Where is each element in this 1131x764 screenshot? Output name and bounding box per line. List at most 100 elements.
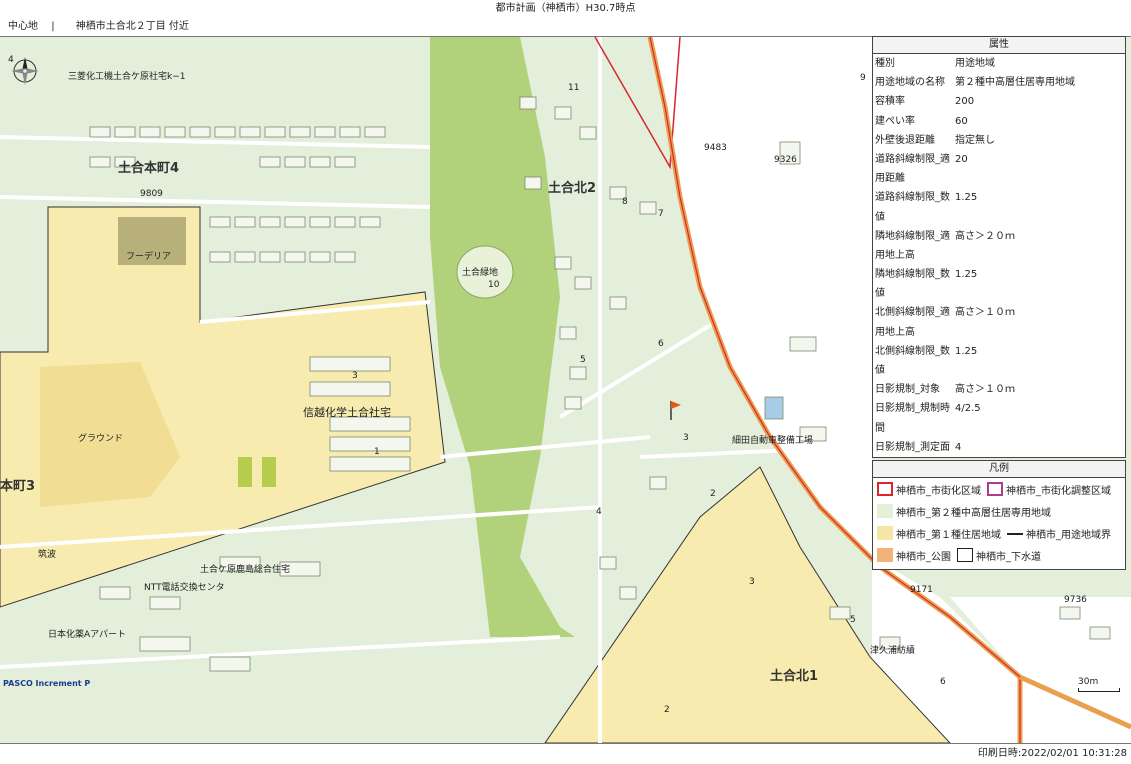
attribute-key: 隣地斜線制限_数 bbox=[875, 269, 950, 281]
legend-item: 神栖市_市街化区域 bbox=[877, 482, 981, 497]
lot-number: 9326 bbox=[774, 155, 797, 165]
block-number: 3 bbox=[683, 433, 689, 443]
block-number: 3 bbox=[749, 577, 755, 587]
attribute-row: 値 bbox=[873, 361, 1125, 380]
legend-label: 神栖市_第１種住居地域 bbox=[896, 529, 1001, 541]
legend-label: 神栖市_用途地域界 bbox=[1026, 529, 1111, 541]
attribute-value: 20 bbox=[955, 153, 968, 165]
block-number: 5 bbox=[580, 355, 586, 365]
attribute-value: 用途地域 bbox=[955, 58, 995, 69]
attribute-key: 道路斜線制限_適 bbox=[875, 153, 950, 165]
legend-item: 神栖市_第２種中高層住居専用地域 bbox=[877, 504, 1051, 519]
place-label: 津久浦紡績 bbox=[870, 646, 916, 656]
attribute-row: 道路斜線制限_数 1.25 bbox=[873, 188, 1125, 207]
legend-swatch bbox=[877, 482, 893, 496]
block-number: 7 bbox=[658, 209, 664, 219]
attribute-key: 値 bbox=[875, 211, 885, 223]
attribute-key: 種別 bbox=[875, 58, 895, 69]
lot-number: 9483 bbox=[704, 143, 727, 153]
block-number: 1 bbox=[374, 447, 380, 457]
legend-heading: 凡例 bbox=[873, 461, 1125, 478]
attribute-key: 道路斜線制限_数 bbox=[875, 192, 950, 204]
attribute-row: 外壁後退距離 指定無し bbox=[873, 131, 1125, 150]
attribute-row: 種別 用途地域 bbox=[873, 54, 1125, 73]
attribute-value: 指定無し bbox=[955, 134, 995, 146]
attribute-row: 用距離 bbox=[873, 169, 1125, 188]
block-number: 9 bbox=[860, 73, 866, 83]
attribute-key: 間 bbox=[875, 422, 885, 434]
legend-swatch bbox=[877, 504, 893, 518]
compass-icon bbox=[10, 56, 40, 86]
attribute-row: 値 bbox=[873, 208, 1125, 227]
block-number: 2 bbox=[710, 489, 716, 499]
attribute-row: 建ぺい率 60 bbox=[873, 112, 1125, 131]
attribute-value: 高さ＞２０ｍ bbox=[955, 230, 1015, 242]
attribute-rows: 種別 用途地域 用途地域の名称 第２種中高層住居専用地域容積率 200 建ぺい率 60 外壁後… bbox=[873, 54, 1125, 457]
attribute-key: 日影規制_対象 bbox=[875, 384, 940, 396]
location-value: 神栖市土合北２丁目 付近 bbox=[75, 21, 189, 32]
place-label: 信越化学土合社宅 bbox=[303, 406, 391, 419]
legend-item: 神栖市_公園 bbox=[877, 548, 951, 563]
attribute-row: 間 bbox=[873, 419, 1125, 438]
pasco-logo: PASCO Increment P bbox=[3, 679, 91, 688]
block-number: 4 bbox=[596, 507, 602, 517]
attribute-key: 日影規制_規制時 bbox=[875, 403, 950, 415]
location-bar: 中心地 | 神栖市土合北２丁目 付近 bbox=[0, 18, 1131, 37]
attribute-row: 北側斜線制限_数 1.25 bbox=[873, 342, 1125, 361]
block-number: 5 bbox=[850, 615, 856, 625]
court-2 bbox=[262, 457, 276, 487]
place-label: フーデリア bbox=[126, 252, 172, 262]
legend-item: 神栖市_第１種住居地域 bbox=[877, 526, 1001, 541]
block-number: 6 bbox=[940, 677, 946, 687]
legend-row: 神栖市_市街化区域 神栖市_市街化調整区域 bbox=[873, 478, 1125, 500]
attribute-key: 北側斜線制限_適 bbox=[875, 307, 950, 319]
legend-row: 神栖市_公園 神栖市_下水道 bbox=[873, 544, 1125, 566]
attribute-key: 値 bbox=[875, 288, 885, 300]
place-label: グラウンド bbox=[78, 434, 124, 444]
lot-number: 9736 bbox=[1064, 595, 1087, 605]
legend-label: 神栖市_公園 bbox=[896, 551, 951, 563]
attribute-key: 日影規制_測定面 bbox=[875, 441, 950, 453]
attribute-row: 用地上高 bbox=[873, 323, 1125, 342]
legend-swatch bbox=[1007, 526, 1023, 540]
attribute-row: 日影規制_測定面 4 bbox=[873, 438, 1125, 457]
attribute-panel: 属性 種別 用途地域 用途地域の名称 第２種中高層住居専用地域容積率 200 建ぺい率 60… bbox=[872, 36, 1126, 458]
area-label: 土合北1 bbox=[770, 669, 819, 684]
center-flag-icon bbox=[669, 399, 683, 421]
attribute-key: 隣地斜線制限_適 bbox=[875, 230, 950, 242]
place-label: 細田自動車整備工場 bbox=[732, 436, 814, 446]
attribute-row: 用地上高 bbox=[873, 246, 1125, 265]
attribute-value: 高さ＞１０ｍ bbox=[955, 307, 1015, 319]
block-number: 8 bbox=[622, 197, 628, 207]
attribute-value: 第２種中高層住居専用地域 bbox=[955, 77, 1075, 89]
legend-item: 神栖市_市街化調整区域 bbox=[987, 482, 1111, 497]
legend-label: 神栖市_下水道 bbox=[976, 551, 1041, 563]
area-label: 土合北2 bbox=[548, 181, 597, 196]
lot-number: 9809 bbox=[140, 189, 163, 199]
attribute-key: 北側斜線制限_数 bbox=[875, 345, 950, 357]
map-title: 都市計画（神栖市）H30.7時点 bbox=[0, 0, 1131, 19]
area-label: 土合本町4 bbox=[118, 161, 180, 176]
scale-label: 30m bbox=[1078, 677, 1099, 687]
attribute-value: 4 bbox=[955, 441, 962, 453]
attribute-row: 値 bbox=[873, 284, 1125, 303]
attribute-value: 1.25 bbox=[955, 269, 978, 281]
attribute-row: 容積率 200 bbox=[873, 92, 1125, 111]
attribute-row: 隣地斜線制限_数 1.25 bbox=[873, 265, 1125, 284]
attribute-key: 用距離 bbox=[875, 173, 905, 185]
attribute-key: 用地上高 bbox=[875, 249, 915, 261]
place-label: NTT電話交換センタ bbox=[144, 583, 225, 593]
attribute-row: 日影規制_対象 高さ＞１０ｍ bbox=[873, 380, 1125, 399]
attribute-row: 日影規制_規制時 4/2.5 bbox=[873, 399, 1125, 418]
place-label: 土合ケ原鹿島総合住宅 bbox=[200, 565, 291, 575]
legend-swatch bbox=[877, 548, 893, 562]
attribute-key: 用途地域の名称 bbox=[875, 77, 945, 89]
attribute-value: 高さ＞１０ｍ bbox=[955, 384, 1015, 396]
attribute-heading: 属性 bbox=[873, 37, 1125, 54]
attribute-value: 1.25 bbox=[955, 192, 978, 204]
legend-panel: 凡例 神栖市_市街化区域 神栖市_市街化調整区域 神栖市_第２種中高層住居専用地… bbox=[872, 460, 1126, 570]
block-number: 6 bbox=[658, 339, 664, 349]
legend-swatch bbox=[877, 526, 893, 540]
place-label: 土合緑地 bbox=[462, 268, 499, 278]
place-label: 日本化薬Aアパート bbox=[48, 630, 126, 640]
